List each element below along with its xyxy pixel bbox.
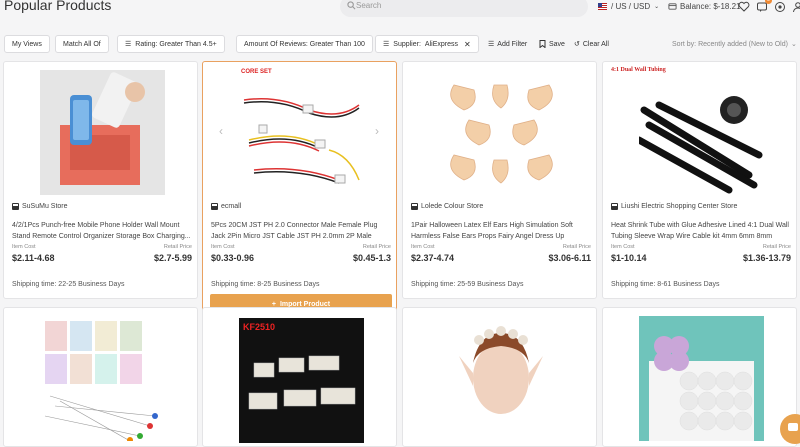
product-image-phone-holder[interactable] [40, 70, 165, 195]
search-placeholder: Search [356, 1, 382, 10]
reviews-filter-chip[interactable]: Amount Of Reviews: Greater Than 100 [236, 35, 373, 53]
match-all-button[interactable]: Match All Of [55, 35, 109, 53]
product-image-pins[interactable] [40, 316, 165, 441]
image-caption: 4:1 Dual Wall Tubing [611, 67, 666, 73]
shipping-time: Shipping time: 8-61 Business Days [611, 281, 720, 288]
heart-icon[interactable] [738, 0, 750, 12]
my-views-button[interactable]: My Views [4, 35, 50, 53]
item-cost-label: Item Cost [611, 244, 635, 250]
filter-lines-icon: ☰ [125, 41, 132, 48]
store-icon [12, 203, 19, 210]
product-title[interactable]: 4/2/1Pcs Punch-free Mobile Phone Holder … [12, 220, 192, 242]
retail-price-value: $0.45-1.3 [352, 253, 391, 263]
notification-icon[interactable]: 2 [756, 0, 772, 12]
bookmark-icon [539, 40, 546, 48]
top-bar: Popular Products Search / US / USD ⌄ Bal… [0, 0, 800, 20]
store-name[interactable]: SuSuMu Store [22, 203, 68, 210]
item-cost-value: $2.37-4.74 [411, 253, 455, 263]
search-input[interactable]: Search [340, 0, 588, 17]
product-card[interactable]: Lolede Colour Store 1Pair Halloween Late… [402, 61, 597, 299]
store-icon [611, 203, 618, 210]
add-filter-label: Add Filter [497, 40, 528, 48]
item-cost-label: Item Cost [211, 244, 235, 250]
chevron-down-icon: ⌄ [790, 41, 797, 48]
item-cost-value: $2.11-4.68 [12, 253, 55, 263]
product-card[interactable] [402, 307, 597, 447]
reviews-filter-label: Amount Of Reviews: Greater Than 100 [244, 40, 365, 48]
product-image-jst-connector[interactable] [239, 70, 364, 195]
retail-price-value: $3.06-6.11 [548, 253, 591, 263]
save-label: Save [549, 40, 565, 48]
product-card[interactable] [3, 307, 198, 447]
item-cost-value: $1-10.14 [611, 253, 647, 263]
user-icon[interactable] [792, 0, 800, 13]
supplier-filter-chip[interactable]: ☰ Supplier: AliExpress ✕ [375, 35, 479, 53]
product-card-hovered[interactable]: ‹ › CORE SET ecmall 5Pcs 20CM JST PH 2.0… [202, 61, 397, 322]
retail-price-label: Retail Price [562, 244, 591, 250]
notification-badge: 2 [765, 0, 772, 4]
store-name[interactable]: ecmall [221, 203, 241, 210]
balance-label: Balance: $-18.21 [680, 2, 741, 11]
us-flag-icon [598, 3, 607, 10]
wallet-icon [668, 3, 677, 10]
settings-icon[interactable] [774, 0, 786, 12]
chevron-down-icon: ⌄ [654, 4, 660, 10]
product-image-elf-ears[interactable] [439, 70, 564, 195]
rating-filter-chip[interactable]: ☰ Rating: Greater Than 4.5+ [117, 35, 225, 53]
search-icon [347, 1, 356, 10]
rating-filter-label: Rating: Greater Than 4.5+ [135, 40, 217, 48]
save-button[interactable]: Save [539, 35, 565, 53]
shipping-time: Shipping time: 25-59 Business Days [411, 281, 524, 288]
close-icon[interactable]: ✕ [464, 40, 471, 49]
undo-icon: ↺ [574, 41, 580, 48]
product-title[interactable]: Heat Shrink Tube with Glue Adhesive Line… [611, 220, 791, 242]
clear-all-button[interactable]: ↺ Clear All [574, 35, 609, 53]
product-image-silicone-mold[interactable] [639, 316, 764, 441]
supplier-filter-label: Supplier: [393, 40, 421, 48]
item-cost-label: Item Cost [12, 244, 36, 250]
store-icon [211, 203, 218, 210]
filter-lines-icon: ☰ [488, 41, 495, 48]
chevron-left-icon[interactable]: ‹ [219, 124, 223, 138]
product-card[interactable]: SuSuMu Store 4/2/1Pcs Punch-free Mobile … [3, 61, 198, 299]
clear-all-label: Clear All [582, 40, 609, 48]
sort-label: Sort by: Recently added (New to Old) [672, 40, 788, 48]
product-card[interactable]: KF2510 [202, 307, 397, 447]
retail-price-label: Retail Price [362, 244, 391, 250]
product-title[interactable]: 5Pcs 20CM JST PH 2.0 Connector Male Fema… [211, 220, 391, 242]
my-views-label: My Views [12, 40, 42, 48]
page-title: Popular Products [4, 0, 112, 13]
retail-price-value: $1.36-13.79 [742, 253, 791, 263]
region-selector[interactable]: / US / USD ⌄ [598, 2, 659, 11]
retail-price-label: Retail Price [762, 244, 791, 250]
filter-lines-icon: ☰ [383, 41, 390, 48]
retail-price-label: Retail Price [163, 244, 192, 250]
item-cost-label: Item Cost [411, 244, 435, 250]
shipping-time: Shipping time: 8-25 Business Days [211, 281, 320, 288]
supplier-filter-value: AliExpress [424, 40, 458, 48]
balance-display[interactable]: Balance: $-18.21 [668, 2, 741, 11]
match-all-label: Match All Of [63, 40, 101, 48]
region-label: / US / USD [611, 2, 651, 11]
product-card[interactable] [602, 307, 797, 447]
store-icon [411, 203, 418, 210]
item-cost-value: $0.33-0.96 [211, 253, 255, 263]
shipping-time: Shipping time: 22-25 Business Days [12, 281, 125, 288]
image-caption: KF2510 [243, 322, 276, 332]
product-title[interactable]: 1Pair Halloween Latex Elf Ears High Simu… [411, 220, 591, 242]
product-card[interactable]: 4:1 Dual Wall Tubing Liushi Electric Sho… [602, 61, 797, 299]
product-image-heat-shrink-tube[interactable] [639, 70, 764, 195]
image-caption: CORE SET [241, 69, 272, 75]
product-image-elf-ears-model[interactable] [439, 318, 564, 443]
store-name[interactable]: Liushi Electric Shopping Center Store [621, 203, 737, 210]
product-image-kf2510-connector[interactable] [239, 318, 364, 443]
retail-price-value: $2.7-5.99 [153, 253, 192, 263]
sort-dropdown[interactable]: Sort by: Recently added (New to Old) ⌄ [672, 35, 797, 53]
filter-bar: My Views Match All Of ☰ Rating: Greater … [0, 35, 800, 53]
chevron-right-icon[interactable]: › [375, 124, 379, 138]
add-filter-button[interactable]: ☰ Add Filter [488, 35, 527, 53]
store-name[interactable]: Lolede Colour Store [421, 203, 483, 210]
